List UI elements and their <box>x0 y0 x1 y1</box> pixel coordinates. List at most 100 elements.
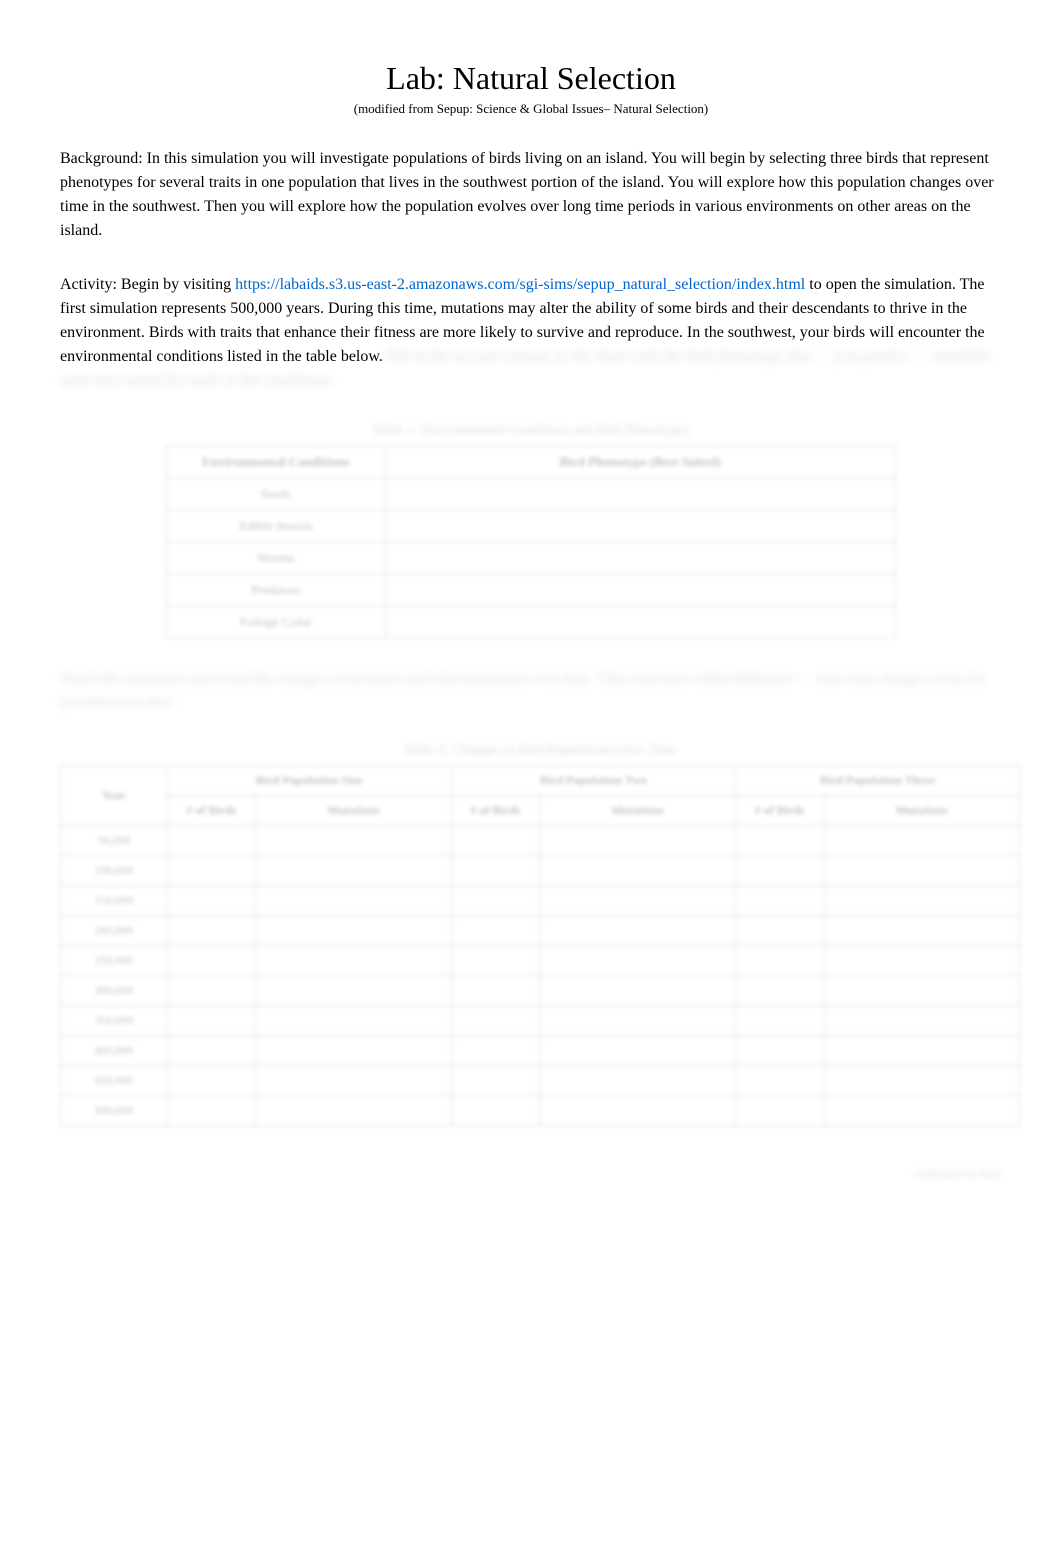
activity-label: Activity: <box>60 276 117 293</box>
table2-cell-empty <box>540 1006 735 1036</box>
table2-cell-empty <box>824 1066 1019 1096</box>
table2-cell-empty <box>451 946 540 976</box>
table2-cell-empty <box>735 1066 824 1096</box>
table2-cell-empty <box>167 976 256 1006</box>
table2-cell-empty <box>451 916 540 946</box>
table1-cell: Predators <box>167 574 386 606</box>
table2-year-cell: 300,000 <box>61 976 168 1006</box>
table2-caption: Table 2: Changes in Bird Populations Ove… <box>60 743 1020 759</box>
table2-header-year: Year <box>61 766 168 826</box>
table2-cell-empty <box>256 916 451 946</box>
table2: Year Bird Population One Bird Population… <box>60 765 1020 1126</box>
table2-cell-empty <box>256 1036 451 1066</box>
table2-header-pop1: Bird Population One <box>167 766 451 796</box>
table2-container: Table 2: Changes in Bird Populations Ove… <box>60 743 1020 1126</box>
table-row: Foliage Color <box>167 606 896 638</box>
table2-year-cell: 500,000 <box>61 1096 168 1126</box>
table2-cell-empty <box>540 1096 735 1126</box>
table1-header-phenotype: Bird Phenotype (Best Suited) <box>385 446 895 478</box>
table2-sub-birds1: # of Birds <box>167 796 256 826</box>
table2-sub-mut1: Mutations <box>256 796 451 826</box>
table2-cell-empty <box>540 826 735 856</box>
table-row: 150,000 <box>61 886 1020 916</box>
table2-cell-empty <box>451 826 540 856</box>
table2-cell-empty <box>735 916 824 946</box>
table1-cell: Worms <box>167 542 386 574</box>
table1-cell-empty <box>385 510 895 542</box>
table1-header-conditions: Environmental Conditions <box>167 446 386 478</box>
table2-cell-empty <box>256 1066 451 1096</box>
table2-cell-empty <box>540 886 735 916</box>
table2-cell-empty <box>167 1066 256 1096</box>
table2-year-cell: 400,000 <box>61 1036 168 1066</box>
table2-cell-empty <box>167 946 256 976</box>
table2-cell-empty <box>824 1036 1019 1066</box>
table-row: 100,000 <box>61 856 1020 886</box>
table2-cell-empty <box>824 1096 1019 1126</box>
table2-cell-empty <box>256 976 451 1006</box>
table2-cell-empty <box>824 826 1019 856</box>
table2-cell-empty <box>540 946 735 976</box>
simulation-link[interactable]: https://labaids.s3.us-east-2.amazonaws.c… <box>235 276 805 293</box>
table2-header-pop3: Bird Population Three <box>735 766 1019 796</box>
table2-cell-empty <box>167 1006 256 1036</box>
table2-cell-empty <box>256 826 451 856</box>
table2-year-cell: 450,000 <box>61 1066 168 1096</box>
table-row: Seeds <box>167 478 896 510</box>
table2-cell-empty <box>256 1096 451 1126</box>
activity-paragraph: Activity: Begin by visiting https://laba… <box>60 273 1002 393</box>
table2-cell-empty <box>256 1006 451 1036</box>
table2-cell-empty <box>167 1096 256 1126</box>
background-body: In this simulation you will investigate … <box>60 150 994 239</box>
table2-sub-mut2: Mutations <box>540 796 735 826</box>
table2-cell-empty <box>824 976 1019 1006</box>
table-row: Worms <box>167 542 896 574</box>
table-row: 300,000 <box>61 976 1020 1006</box>
table2-cell-empty <box>256 856 451 886</box>
table2-cell-empty <box>735 976 824 1006</box>
table2-cell-empty <box>735 946 824 976</box>
table2-cell-empty <box>256 886 451 916</box>
table2-cell-empty <box>824 916 1019 946</box>
table1-container: Table 1: Environmental Conditions and Bi… <box>166 423 896 638</box>
table2-year-cell: 250,000 <box>61 946 168 976</box>
table2-cell-empty <box>451 1006 540 1036</box>
table1-cell-empty <box>385 606 895 638</box>
table-row: 450,000 <box>61 1066 1020 1096</box>
table-row: 400,000 <box>61 1036 1020 1066</box>
table2-cell-empty <box>824 946 1019 976</box>
table-row: 50,000 <box>61 826 1020 856</box>
table2-cell-empty <box>540 1036 735 1066</box>
table2-header-pop2: Bird Population Two <box>451 766 735 796</box>
table2-sub-birds2: # of Birds <box>451 796 540 826</box>
table-row: Predators <box>167 574 896 606</box>
table1-cell: Seeds <box>167 478 386 510</box>
table-row: 350,000 <box>61 1006 1020 1036</box>
table-row: 500,000 <box>61 1096 1020 1126</box>
table-row: 200,000 <box>61 916 1020 946</box>
page-title: Lab: Natural Selection <box>60 60 1002 97</box>
table2-year-cell: 150,000 <box>61 886 168 916</box>
table2-cell-empty <box>824 1006 1019 1036</box>
table2-cell-empty <box>167 886 256 916</box>
table2-header-row1: Year Bird Population One Bird Population… <box>61 766 1020 796</box>
table1-cell: Edible Insects <box>167 510 386 542</box>
table2-cell-empty <box>167 826 256 856</box>
table1-cell-empty <box>385 542 895 574</box>
table2-year-cell: 350,000 <box>61 1006 168 1036</box>
table2-cell-empty <box>540 1066 735 1096</box>
table2-cell-empty <box>451 856 540 886</box>
table-row: 250,000 <box>61 946 1020 976</box>
footer-note: continued on back <box>60 1166 1002 1181</box>
table2-cell-empty <box>167 916 256 946</box>
table2-cell-empty <box>735 1096 824 1126</box>
table2-cell-empty <box>167 856 256 886</box>
table-header-row: Environmental Conditions Bird Phenotype … <box>167 446 896 478</box>
table2-year-cell: 200,000 <box>61 916 168 946</box>
table2-cell-empty <box>735 856 824 886</box>
table2-cell-empty <box>540 856 735 886</box>
table2-cell-empty <box>540 916 735 946</box>
table2-year-cell: 100,000 <box>61 856 168 886</box>
table1-caption: Table 1: Environmental Conditions and Bi… <box>166 423 896 439</box>
background-label: Background: <box>60 150 143 167</box>
